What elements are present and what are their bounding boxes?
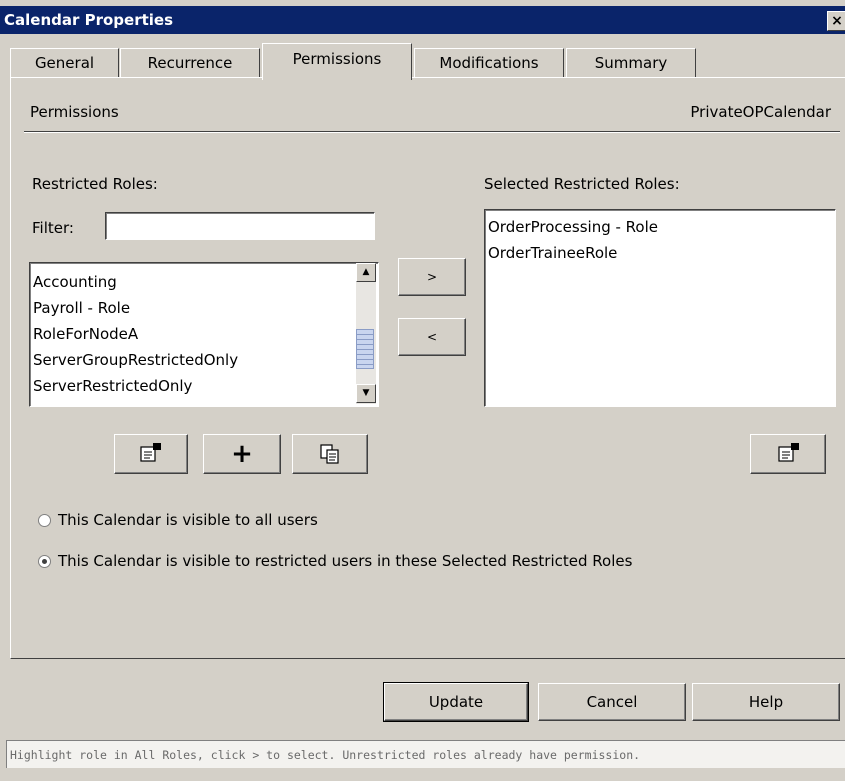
- tab-label: Permissions: [292, 50, 382, 68]
- window-title: Calendar Properties: [4, 11, 174, 29]
- update-button[interactable]: Update: [383, 682, 529, 722]
- selected-role-properties-button[interactable]: [750, 434, 826, 474]
- tab-label: Modifications: [439, 54, 539, 72]
- calendar-properties-dialog: Calendar Properties × General Recurrence…: [0, 0, 845, 781]
- tab-recurrence[interactable]: Recurrence: [120, 48, 260, 78]
- list-item[interactable]: OrderTraineeRole: [488, 244, 617, 262]
- copy-role-button[interactable]: [292, 434, 368, 474]
- header-divider: [24, 131, 840, 133]
- add-icon: +: [231, 439, 253, 469]
- scroll-down-icon[interactable]: ▼: [356, 384, 376, 403]
- list-item[interactable]: ServerRestrictedOnly: [33, 377, 192, 395]
- tab-label: General: [34, 54, 95, 72]
- selected-roles-list[interactable]: OrderProcessing - Role OrderTraineeRole: [484, 209, 836, 407]
- list-item[interactable]: Payroll - Role: [33, 299, 130, 317]
- tab-general[interactable]: General: [10, 48, 119, 78]
- remove-role-button[interactable]: <: [398, 318, 466, 356]
- scrollbar-thumb[interactable]: [356, 329, 374, 369]
- tab-summary[interactable]: Summary: [566, 48, 696, 78]
- visible-all-radio[interactable]: [38, 514, 51, 527]
- visible-all-label: This Calendar is visible to all users: [58, 511, 318, 529]
- tab-permissions[interactable]: Permissions: [262, 43, 412, 80]
- title-bar[interactable]: Calendar Properties ×: [0, 6, 845, 34]
- restricted-roles-label: Restricted Roles:: [32, 175, 158, 193]
- new-role-button[interactable]: +: [203, 434, 281, 474]
- cancel-button[interactable]: Cancel: [538, 683, 686, 721]
- list-item[interactable]: RoleForNodeA: [33, 325, 138, 343]
- filter-input[interactable]: [105, 212, 375, 240]
- properties-icon: [140, 443, 161, 462]
- restricted-roles-scrollbar[interactable]: ▲ ▼: [356, 263, 376, 404]
- visible-restricted-radio[interactable]: [38, 555, 51, 568]
- tab-label: Recurrence: [147, 54, 233, 72]
- calendar-name: PrivateOPCalendar: [690, 103, 831, 121]
- list-item[interactable]: OrderProcessing - Role: [488, 218, 658, 236]
- role-properties-button[interactable]: [114, 434, 188, 474]
- filter-label: Filter:: [32, 219, 74, 237]
- list-item[interactable]: Accounting: [33, 273, 117, 291]
- status-bar: Highlight role in All Roles, click > to …: [6, 740, 845, 768]
- scroll-up-icon[interactable]: ▲: [356, 263, 376, 282]
- help-button[interactable]: Help: [692, 683, 840, 721]
- tab-label: Summary: [594, 54, 668, 72]
- add-role-button[interactable]: >: [398, 258, 466, 296]
- list-item[interactable]: ServerGroupRestrictedOnly: [33, 351, 238, 369]
- properties-icon: [778, 443, 799, 462]
- selected-roles-label: Selected Restricted Roles:: [484, 175, 680, 193]
- visible-restricted-label: This Calendar is visible to restricted u…: [58, 552, 633, 570]
- section-title: Permissions: [30, 103, 119, 121]
- tab-modifications[interactable]: Modifications: [414, 48, 564, 78]
- close-button[interactable]: ×: [827, 11, 845, 31]
- copy-icon: [320, 444, 339, 464]
- restricted-roles-list[interactable]: Accounting Payroll - Role RoleForNodeA S…: [29, 262, 379, 407]
